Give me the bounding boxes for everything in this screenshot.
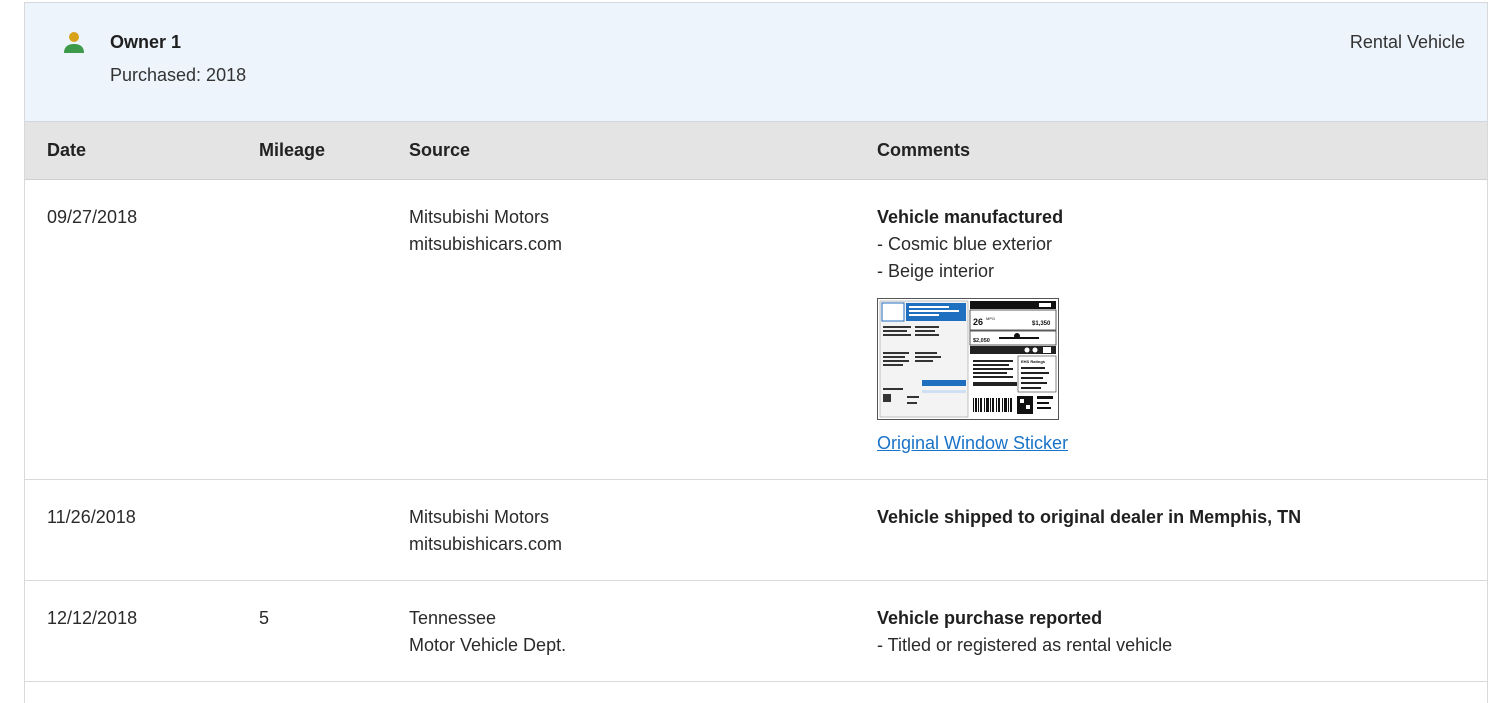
- row-comments: Vehicle manufactured - Cosmic blue exter…: [855, 179, 1487, 480]
- row-source: Mitsubishi Motors mitsubishicars.com: [387, 179, 855, 480]
- sticker-fuel-cost: $1,350: [1032, 321, 1051, 327]
- header-mileage: Mileage: [237, 122, 387, 180]
- header-date: Date: [25, 122, 237, 180]
- comment-item: - Cosmic blue exterior: [877, 233, 1053, 254]
- comment-item: - Titled or registered as rental vehicle: [877, 634, 1173, 655]
- history-table: Date Mileage Source Comments 09/27/2018 …: [25, 122, 1487, 682]
- owner-purchased-date: Purchased: 2018: [110, 65, 247, 85]
- owner-name: Owner 1: [110, 32, 182, 52]
- table-row: 11/26/2018 Mitsubishi Motors mitsubishic…: [25, 479, 1487, 581]
- comment-title: Vehicle shipped to original dealer in Me…: [877, 506, 1302, 527]
- comment-title: Vehicle manufactured: [877, 206, 1064, 227]
- table-row: 12/12/2018 5 Tennessee Motor Vehicle Dep…: [25, 580, 1487, 682]
- row-comments: Vehicle shipped to original dealer in Me…: [855, 479, 1487, 581]
- row-source: Mitsubishi Motors mitsubishicars.com: [387, 479, 855, 581]
- row-comments: Vehicle purchase reported - Titled or re…: [855, 580, 1487, 682]
- header-comments: Comments: [855, 122, 1487, 180]
- sticker-savings: $2,050: [973, 338, 990, 344]
- comment-title: Vehicle purchase reported: [877, 607, 1103, 628]
- row-mileage: [237, 479, 387, 581]
- table-header-row: Date Mileage Source Comments: [25, 122, 1487, 180]
- source-department: Motor Vehicle Dept.: [409, 634, 567, 655]
- owner-header: Owner 1 Purchased: 2018 Rental Vehicle: [25, 3, 1487, 122]
- sticker-ratings-label: EHS Ratings: [1021, 359, 1046, 364]
- original-window-sticker-link[interactable]: Original Window Sticker: [877, 430, 1068, 457]
- source-website: mitsubishicars.com: [409, 533, 563, 554]
- source-name: Mitsubishi Motors: [409, 506, 550, 527]
- source-name: Mitsubishi Motors: [409, 206, 550, 227]
- sticker-mpg-unit: MPG: [986, 316, 995, 321]
- header-source: Source: [387, 122, 855, 180]
- window-sticker-thumbnail[interactable]: 26 MPG $1,350 $2,050 EHS Ratings: [877, 297, 1059, 420]
- source-website: mitsubishicars.com: [409, 233, 563, 254]
- row-date: 11/26/2018: [25, 479, 237, 581]
- row-date: 12/12/2018: [25, 580, 237, 682]
- row-source: Tennessee Motor Vehicle Dept.: [387, 580, 855, 682]
- comment-item: - Beige interior: [877, 260, 995, 281]
- table-row: 09/27/2018 Mitsubishi Motors mitsubishic…: [25, 179, 1487, 480]
- owner-history-card: Owner 1 Purchased: 2018 Rental Vehicle D…: [24, 2, 1488, 703]
- owner-vehicle-type: Rental Vehicle: [1349, 32, 1465, 52]
- row-date: 09/27/2018: [25, 179, 237, 480]
- sticker-mpg: 26: [973, 317, 983, 327]
- row-mileage: 5: [237, 580, 387, 682]
- source-name: Tennessee: [409, 607, 497, 628]
- row-mileage: [237, 179, 387, 480]
- person-icon: [64, 32, 84, 53]
